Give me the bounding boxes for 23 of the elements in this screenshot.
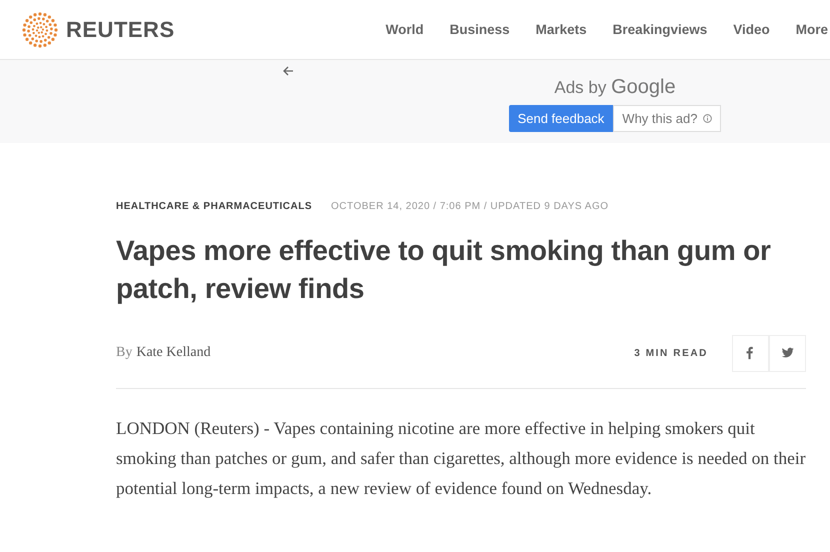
nav-link[interactable]: Business	[450, 22, 510, 37]
why-ad-button[interactable]: Why this ad?	[613, 105, 722, 132]
byline-label: By	[116, 345, 132, 361]
headline: Vapes more effective to quit smoking than gum or patch, review finds	[116, 234, 772, 306]
nav-link[interactable]: World	[386, 22, 424, 37]
info-icon	[703, 114, 712, 123]
article-paragraph: LONDON (Reuters) - Vapes containing nicotine are more effective in helping smokers quit smoking than patches or gum, and safer than cigarettes, although more evidence is needed on their potential long-term impacts, a new review of evidence found on Wednesday.	[116, 417, 807, 500]
back-arrow-icon[interactable]	[282, 65, 294, 77]
ad-title: Ads by Google	[554, 76, 676, 99]
author-link[interactable]: Kate Kelland	[136, 345, 211, 361]
twitter-share-button[interactable]	[769, 334, 806, 372]
feedback-button[interactable]: Send feedback	[508, 105, 614, 132]
read-time: 3 MIN READ	[634, 348, 708, 358]
logo[interactable]: REUTERS	[66, 16, 175, 42]
nav-link[interactable]: More	[796, 22, 828, 37]
article-date: OCTOBER 14, 2020 / 7:06 PM / UPDATED 9 DAYS AGO	[331, 201, 609, 212]
nav-link[interactable]: Markets	[536, 22, 587, 37]
nav-link[interactable]: Breakingviews	[612, 22, 708, 37]
section-label[interactable]: HEALTHCARE & PHARMACEUTICALS	[116, 201, 312, 212]
bird-icon	[780, 346, 794, 360]
logo-icon	[22, 12, 58, 48]
nav-link[interactable]: Video	[733, 22, 770, 37]
facebook-share-button[interactable]	[732, 334, 769, 372]
